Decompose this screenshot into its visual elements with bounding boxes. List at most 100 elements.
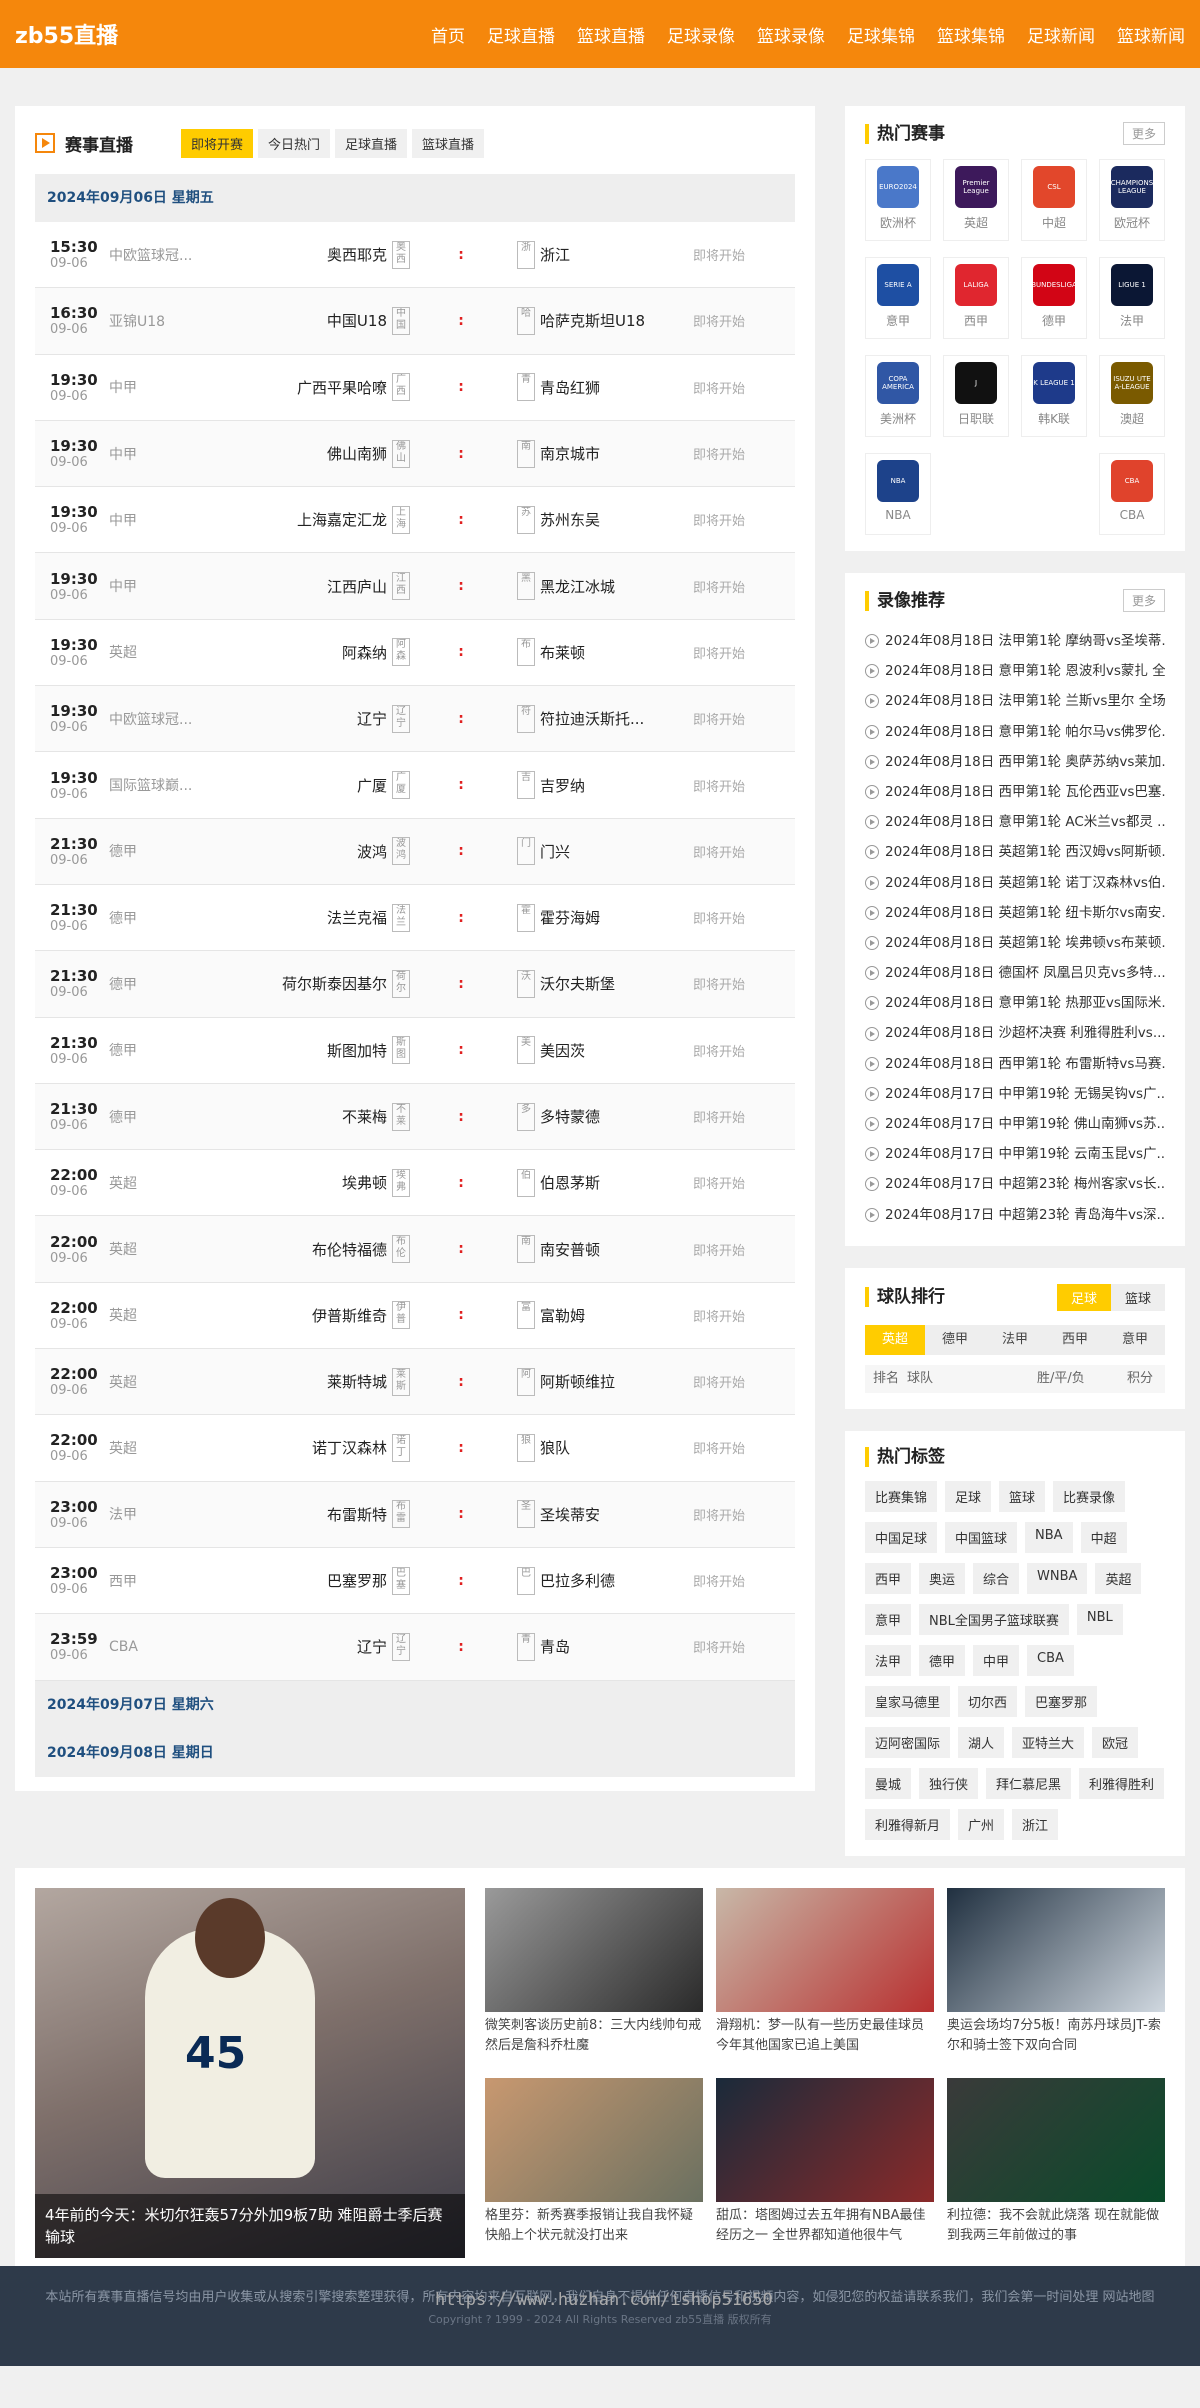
tag-item[interactable]: 曼城 [865,1767,912,1799]
tab-football[interactable]: 足球 [1056,1283,1111,1311]
video-title[interactable]: 2024年08月17日 中甲第19轮 云南玉昆vs广... [885,1139,1165,1169]
match-row[interactable]: 19:30 09-06 中欧篮球冠... 辽宁 辽宁: 符符拉迪沃斯托... 即将开始 [35,686,795,753]
league-card[interactable]: J 日职联 [943,355,1009,437]
league-card[interactable]: COPA AMERICA 美洲杯 [865,355,931,437]
tag-item[interactable]: CBA [1027,1644,1074,1676]
tag-item[interactable]: 西甲 [865,1562,912,1594]
video-title[interactable]: 2024年08月18日 德国杯 凤凰吕贝克vs多特... [885,958,1165,988]
video-title[interactable]: 2024年08月17日 中超第23轮 青岛海牛vs深... [885,1200,1165,1230]
day-header[interactable]: 2024年09月07日 星期六 [35,1680,795,1729]
video-item[interactable]: 2024年08月18日 沙超杯决赛 利雅得胜利vs... [865,1018,1165,1048]
tag-item[interactable]: 中甲 [973,1644,1020,1676]
news-card[interactable]: 利拉德：我不会就此烧落 现在就能做到我两三年前做过的事 [947,2077,1165,2256]
match-row[interactable]: 23:00 09-06 法甲 布雷斯特 布雷: 圣圣埃蒂安 即将开始 [35,1481,795,1548]
video-item[interactable]: 2024年08月17日 中超第23轮 梅州客家vs长... [865,1169,1165,1199]
tab-premier-league[interactable]: 英超 [865,1324,925,1355]
tag-item[interactable]: 独行侠 [919,1767,979,1799]
video-title[interactable]: 2024年08月18日 西甲第1轮 瓦伦西亚vs巴塞... [885,777,1165,807]
tag-item[interactable]: WNBA [1027,1562,1088,1594]
featured-news-caption[interactable]: 4年前的今天：米切尔狂轰57分外加9板7助 难阻爵士季后赛输球 [35,2193,465,2258]
news-caption[interactable]: 微笑刺客谈历史前8：三大内线帅句戒 然后是詹科乔杜魔 [485,2016,703,2056]
tag-item[interactable]: 奥运 [919,1562,966,1594]
tag-item[interactable]: 亚特兰大 [1012,1726,1085,1758]
news-image[interactable] [485,1887,703,2012]
tag-item[interactable]: 英超 [1095,1562,1142,1594]
tag-item[interactable]: 浙江 [1012,1808,1059,1840]
league-card[interactable]: BUNDESLIGA 德甲 [1021,257,1087,339]
tag-item[interactable]: 中国篮球 [945,1521,1018,1553]
news-caption[interactable]: 滑翔机：梦一队有一些历史最佳球员 今年其他国家已追上美国 [716,2016,934,2056]
tag-item[interactable]: NBL [1076,1603,1123,1635]
filter-today-hot[interactable]: 今日热门 [258,128,331,158]
video-item[interactable]: 2024年08月17日 中超第23轮 青岛海牛vs深... [865,1200,1165,1230]
tag-item[interactable]: 法甲 [865,1644,912,1676]
tag-item[interactable]: 巴塞罗那 [1025,1685,1098,1717]
match-row[interactable]: 21:30 09-06 德甲 法兰克福 法兰: 霍霍芬海姆 即将开始 [35,884,795,952]
match-row[interactable]: 21:30 09-06 德甲 斯图加特 斯图: 美美因茨 即将开始 [35,1017,795,1084]
filter-football[interactable]: 足球直播 [335,128,408,158]
league-card[interactable]: LIGUE 1 法甲 [1099,257,1165,339]
news-image[interactable] [485,2077,703,2202]
match-row[interactable]: 16:30 09-06 亚锦U18 中国U18 中国: 哈哈萨克斯坦U18 即将开始 [35,288,795,355]
tag-item[interactable]: 意甲 [865,1603,912,1635]
match-row[interactable]: 22:00 09-06 英超 诺丁汉森林 诺丁: 狼狼队 即将开始 [35,1415,795,1482]
tag-item[interactable]: 足球 [945,1480,992,1512]
tag-item[interactable]: 切尔西 [958,1685,1018,1717]
news-caption[interactable]: 利拉德：我不会就此烧落 现在就能做到我两三年前做过的事 [947,2206,1165,2246]
video-title[interactable]: 2024年08月17日 中甲第19轮 无锡吴钩vs广... [885,1079,1165,1109]
league-card[interactable]: NBA NBA [865,453,931,535]
nav-home[interactable]: 首页 [431,22,465,47]
video-item[interactable]: 2024年08月18日 德国杯 凤凰吕贝克vs多特... [865,958,1165,988]
news-card[interactable]: 甜瓜：塔图姆过去五年拥有NBA最佳 经历之一 全世界都知道他很牛气 [716,2077,934,2256]
tag-item[interactable]: 比赛录像 [1053,1480,1126,1512]
tab-seriea[interactable]: 意甲 [1105,1325,1165,1355]
video-item[interactable]: 2024年08月18日 英超第1轮 诺丁汉森林vs伯... [865,868,1165,898]
video-item[interactable]: 2024年08月18日 意甲第1轮 热那亚vs国际米... [865,988,1165,1018]
tag-item[interactable]: 利雅得新月 [865,1808,951,1840]
video-title[interactable]: 2024年08月18日 西甲第1轮 奥萨苏纳vs莱加... [885,747,1165,777]
video-item[interactable]: 2024年08月18日 英超第1轮 纽卡斯尔vs南安... [865,898,1165,928]
site-logo[interactable]: zb55直播 [15,18,118,50]
tab-ligue1[interactable]: 法甲 [985,1325,1045,1355]
video-title[interactable]: 2024年08月18日 英超第1轮 埃弗顿vs布莱顿... [885,928,1165,958]
video-item[interactable]: 2024年08月18日 意甲第1轮 帕尔马vs佛罗伦... [865,717,1165,747]
video-item[interactable]: 2024年08月18日 意甲第1轮 AC米兰vs都灵 ... [865,807,1165,837]
video-title[interactable]: 2024年08月18日 英超第1轮 纽卡斯尔vs南安... [885,898,1165,928]
tag-item[interactable]: 中国足球 [865,1521,938,1553]
video-title[interactable]: 2024年08月17日 中超第23轮 梅州客家vs长... [885,1169,1165,1199]
video-item[interactable]: 2024年08月18日 西甲第1轮 瓦伦西亚vs巴塞... [865,777,1165,807]
filter-basketball[interactable]: 篮球直播 [412,128,485,158]
tab-laliga[interactable]: 西甲 [1045,1325,1105,1355]
match-row[interactable]: 15:30 09-06 中欧篮球冠... 奥西耶克 奥西: 浙浙江 即将开始 [35,222,795,289]
news-image[interactable] [716,1887,934,2012]
news-caption[interactable]: 甜瓜：塔图姆过去五年拥有NBA最佳 经历之一 全世界都知道他很牛气 [716,2206,934,2246]
tag-item[interactable]: NBL全国男子篮球联赛 [919,1603,1069,1635]
league-card[interactable]: CSL 中超 [1021,159,1087,241]
video-item[interactable]: 2024年08月18日 英超第1轮 埃弗顿vs布莱顿... [865,928,1165,958]
match-row[interactable]: 19:30 09-06 英超 阿森纳 阿森: 布布莱顿 即将开始 [35,619,795,687]
tag-item[interactable]: 篮球 [999,1480,1046,1512]
league-card[interactable]: SERIE A 意甲 [865,257,931,339]
news-caption[interactable]: 奥运会场均7分5板！南苏丹球员JT-索尔和骑士签下双向合同 [947,2016,1165,2056]
news-card[interactable]: 滑翔机：梦一队有一些历史最佳球员 今年其他国家已追上美国 [716,1887,934,2066]
league-card[interactable]: LALIGA 西甲 [943,257,1009,339]
tag-item[interactable]: 迈阿密国际 [865,1726,951,1758]
nav-basketball-news[interactable]: 篮球新闻 [1117,22,1185,47]
match-row[interactable]: 21:30 09-06 德甲 不莱梅 不莱: 多多特蒙德 即将开始 [35,1083,795,1151]
video-title[interactable]: 2024年08月17日 中甲第19轮 佛山南狮vs苏... [885,1109,1165,1139]
match-row[interactable]: 21:30 09-06 德甲 荷尔斯泰因基尔 荷尔: 沃沃尔夫斯堡 即将开始 [35,951,795,1018]
news-caption[interactable]: 格里芬：新秀赛季报销让我自我怀疑 快船上个状元就没打出来 [485,2206,703,2246]
more-button[interactable]: 更多 [1122,589,1165,612]
league-card[interactable]: EURO2024 欧洲杯 [865,159,931,241]
match-row[interactable]: 22:00 09-06 英超 布伦特福德 布伦: 南南安普顿 即将开始 [35,1216,795,1283]
league-card[interactable]: ISUZU UTE A-LEAGUE 澳超 [1099,355,1165,437]
video-item[interactable]: 2024年08月18日 法甲第1轮 摩纳哥vs圣埃蒂... [865,626,1165,656]
league-card[interactable]: Premier League 英超 [943,159,1009,241]
video-item[interactable]: 2024年08月18日 西甲第1轮 布雷斯特vs马赛... [865,1049,1165,1079]
league-card[interactable]: CBA CBA [1099,453,1165,535]
video-item[interactable]: 2024年08月18日 意甲第1轮 恩波利vs蒙扎 全... [865,656,1165,686]
tag-item[interactable]: 广州 [958,1808,1005,1840]
day-header[interactable]: 2024年09月08日 星期日 [35,1728,795,1777]
nav-football-live[interactable]: 足球直播 [487,22,555,47]
news-card[interactable]: 奥运会场均7分5板！南苏丹球员JT-索尔和骑士签下双向合同 [947,1887,1165,2066]
